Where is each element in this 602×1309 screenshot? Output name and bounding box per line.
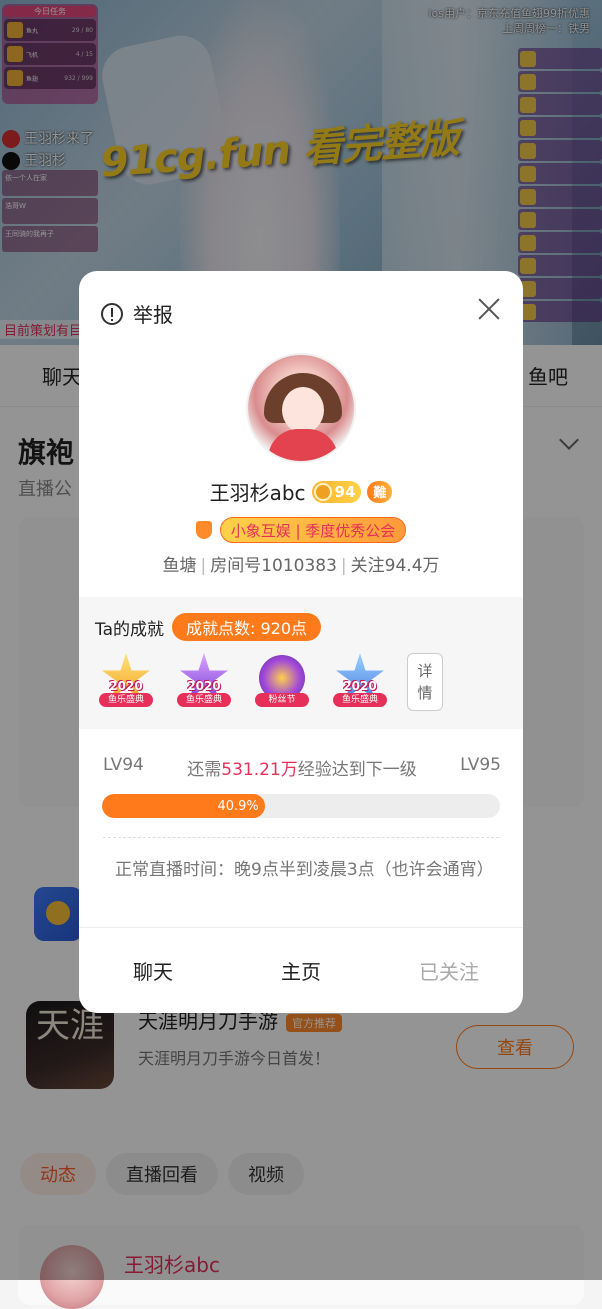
report-button[interactable]: 举报 (101, 299, 173, 328)
badge-item[interactable]: 2020 鱼乐盛典 (95, 651, 157, 713)
divider (103, 837, 499, 838)
achievement-points: 成就点数: 920点 (172, 613, 322, 641)
level-row: LV94 还需531.21万经验达到下一级 LV95 (103, 755, 501, 780)
fan-badge: 難 (367, 480, 393, 503)
level-value: 94 (334, 482, 356, 501)
guild-badge[interactable]: 小象互娱 | 季度优秀公会 (219, 517, 407, 543)
level-badge: 94 (311, 480, 362, 503)
badge-list: 2020 鱼乐盛典 2020 鱼乐盛典 粉丝节 2020 鱼乐盛典 详情 (95, 651, 443, 713)
badge-label: 粉丝节 (255, 693, 309, 707)
detail-button[interactable]: 详情 (407, 653, 443, 711)
need-prefix: 还需 (187, 760, 222, 780)
badge-item[interactable]: 2020 鱼乐盛典 (173, 651, 235, 713)
warning-icon (101, 302, 123, 325)
followed-button[interactable]: 已关注 (375, 928, 523, 1013)
achievements-panel: Ta的成就 成就点数: 920点 2020 鱼乐盛典 2020 鱼乐盛典 粉丝节 2… (79, 597, 523, 729)
user-card-dialog: 举报 王羽杉abc 94 難 小象互娱 | 季度优秀公会 鱼塘 | 房间号10103… (79, 271, 523, 1013)
home-button[interactable]: 主页 (227, 928, 375, 1013)
dialog-actions: 聊天 主页 已关注 (79, 927, 523, 1013)
level-next: LV95 (460, 755, 501, 775)
follower-count: 关注94.4万 (350, 556, 440, 576)
chat-button[interactable]: 聊天 (79, 928, 227, 1013)
coin-icon (313, 482, 332, 501)
report-label: 举报 (133, 303, 173, 327)
avatar-dress (268, 429, 338, 461)
need-suffix: 经验达到下一级 (297, 760, 417, 780)
need-value: 531.21万 (221, 760, 298, 780)
badge-year: 2020 (187, 679, 221, 693)
level-need: 还需531.21万经验达到下一级 (187, 755, 416, 780)
achievements-header: Ta的成就 成就点数: 920点 (95, 613, 322, 641)
user-name: 王羽杉abc (209, 481, 306, 505)
badge-item[interactable]: 2020 鱼乐盛典 (329, 651, 391, 713)
progress-fill: 40.9% (102, 794, 265, 818)
room-info: 鱼塘 | 房间号1010383 | 关注94.4万 (162, 556, 440, 576)
room-number: 房间号1010383 (210, 556, 337, 576)
avatar[interactable] (246, 353, 356, 463)
guild-row: 小象互娱 | 季度优秀公会 (79, 517, 523, 543)
badge-year: 2020 (109, 679, 143, 693)
achievements-label: Ta的成就 (95, 619, 164, 640)
name-row: 王羽杉abc 94 難 (79, 477, 523, 506)
badge-item[interactable]: 粉丝节 (251, 651, 313, 713)
experience-progress-bar: 40.9% (102, 794, 500, 818)
room-category: 鱼塘 (162, 556, 197, 576)
badge-year: 2020 (343, 679, 377, 693)
badge-label: 鱼乐盛典 (333, 693, 387, 707)
badge-label: 鱼乐盛典 (177, 693, 231, 707)
avatar-face (282, 387, 324, 433)
level-current: LV94 (103, 755, 144, 775)
shield-icon (195, 521, 212, 539)
close-icon[interactable] (477, 297, 501, 321)
badge-label: 鱼乐盛典 (99, 693, 153, 707)
live-schedule: 正常直播时间：晚9点半到凌晨3点（也许会通宵） (115, 860, 494, 880)
